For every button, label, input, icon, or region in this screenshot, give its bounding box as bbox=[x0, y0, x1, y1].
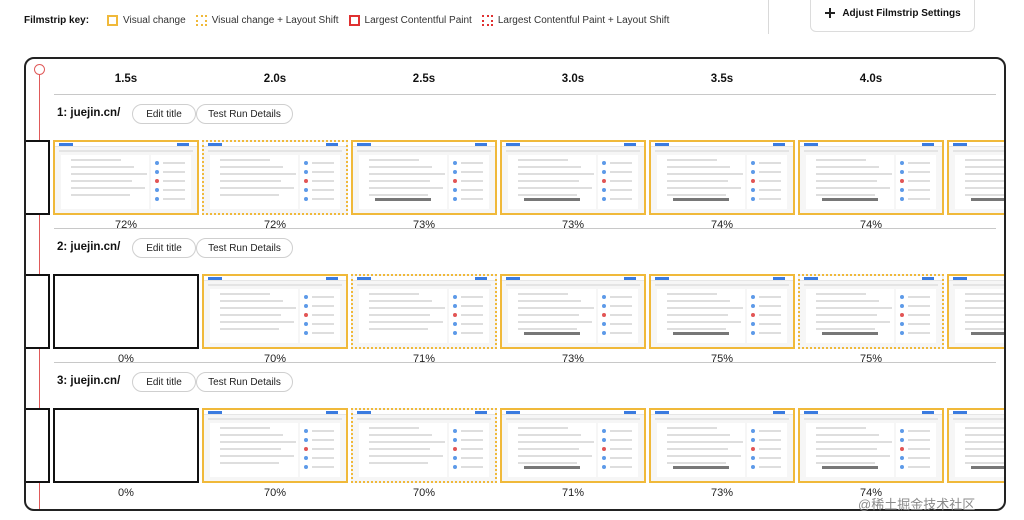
run-title: 2: juejin.cn/ bbox=[57, 241, 121, 253]
adjust-filmstrip-settings-button[interactable]: Adjust Filmstrip Settings bbox=[810, 0, 975, 32]
page-screenshot bbox=[502, 276, 644, 347]
page-screenshot bbox=[949, 276, 1004, 347]
test-run-details-button[interactable]: Test Run Details bbox=[196, 372, 293, 392]
filmstrip-frame[interactable] bbox=[351, 408, 497, 483]
edit-title-button[interactable]: Edit title bbox=[132, 372, 196, 392]
visual-progress-percent: 70% bbox=[412, 487, 436, 499]
filmstrip-frame[interactable] bbox=[53, 140, 199, 215]
visual-progress-percent: 71% bbox=[561, 487, 585, 499]
test-run-row: 3: juejin.cn/Edit title Test Run Details 0… bbox=[26, 363, 1004, 499]
key-item-label: Largest Contentful Paint bbox=[364, 14, 472, 26]
page-screenshot bbox=[353, 410, 495, 481]
key-item-lcp: Largest Contentful Paint bbox=[348, 14, 472, 26]
filmstrip-frame[interactable] bbox=[202, 140, 348, 215]
time-label: 2.5s bbox=[412, 73, 436, 85]
adjust-filmstrip-settings-label: Adjust Filmstrip Settings bbox=[842, 7, 961, 19]
time-label: 1.5s bbox=[114, 73, 138, 85]
page-screenshot bbox=[800, 410, 942, 481]
filmstrip-frame[interactable] bbox=[351, 140, 497, 215]
filmstrip-frame[interactable] bbox=[649, 274, 795, 349]
filmstrip-frame-next[interactable] bbox=[947, 274, 1004, 349]
time-label: 3.5s bbox=[710, 73, 734, 85]
test-run-row: 2: juejin.cn/Edit title Test Run Details 0… bbox=[26, 229, 1004, 365]
page-screenshot bbox=[651, 142, 793, 213]
edit-title-button[interactable]: Edit title bbox=[132, 238, 196, 258]
filmstrip-frame[interactable] bbox=[202, 408, 348, 483]
filmstrip-key-title: Filmstrip key: bbox=[24, 14, 90, 26]
filmstrip-frame[interactable] bbox=[798, 274, 944, 349]
visual-change-layout-shift-swatch-icon bbox=[195, 14, 207, 26]
filmstrip-key: Filmstrip key: Visual change Visual chan… bbox=[24, 12, 679, 28]
key-item-label: Visual change + Layout Shift bbox=[211, 14, 339, 26]
page-screenshot bbox=[353, 276, 495, 347]
filmstrip-frame[interactable] bbox=[798, 408, 944, 483]
filmstrip-frame[interactable] bbox=[351, 274, 497, 349]
filmstrip-panel: 1.5s 2.0s 2.5s 3.0s 3.5s 4.0s 1: juejin.… bbox=[24, 57, 1006, 511]
key-item-lcp-layout-shift: Largest Contentful Paint + Layout Shift bbox=[481, 14, 670, 26]
edit-title-button[interactable]: Edit title bbox=[132, 104, 196, 124]
key-item-label: Visual change bbox=[123, 14, 186, 26]
filmstrip-frame-previous[interactable] bbox=[26, 274, 50, 349]
filmstrip-frame-next[interactable] bbox=[947, 140, 1004, 215]
key-item-label: Largest Contentful Paint + Layout Shift bbox=[497, 14, 670, 26]
filmstrip-frame-previous[interactable] bbox=[26, 408, 50, 483]
time-label: 3.0s bbox=[561, 73, 585, 85]
test-run-row: 1: juejin.cn/Edit title Test Run Details 7… bbox=[26, 95, 1004, 231]
time-label: 2.0s bbox=[263, 73, 287, 85]
plus-icon bbox=[824, 7, 836, 19]
filmstrip-frame[interactable] bbox=[53, 408, 199, 483]
time-label: 4.0s bbox=[859, 73, 883, 85]
page-screenshot bbox=[353, 142, 495, 213]
page-screenshot bbox=[55, 142, 197, 213]
key-item-visual-change-layout-shift: Visual change + Layout Shift bbox=[195, 14, 339, 26]
header-divider bbox=[768, 0, 769, 34]
filmstrip-frame[interactable] bbox=[798, 140, 944, 215]
page-screenshot bbox=[949, 410, 1004, 481]
visual-progress-percent: 70% bbox=[263, 487, 287, 499]
filmstrip-frame[interactable] bbox=[500, 274, 646, 349]
filmstrip-frame[interactable] bbox=[53, 274, 199, 349]
visual-progress-percent: 73% bbox=[710, 487, 734, 499]
filmstrip-frame[interactable] bbox=[649, 408, 795, 483]
run-title: 3: juejin.cn/ bbox=[57, 375, 121, 387]
page-screenshot bbox=[204, 410, 346, 481]
key-item-visual-change: Visual change bbox=[107, 14, 186, 26]
page-screenshot bbox=[502, 410, 644, 481]
visual-progress-percent: 0% bbox=[118, 487, 134, 499]
test-run-details-button[interactable]: Test Run Details bbox=[196, 238, 293, 258]
page-screenshot bbox=[204, 142, 346, 213]
page-screenshot bbox=[502, 142, 644, 213]
watermark: @稀土掘金技术社区 bbox=[858, 497, 976, 512]
filmstrip-frame[interactable] bbox=[500, 140, 646, 215]
page-screenshot bbox=[651, 410, 793, 481]
visual-change-swatch-icon bbox=[107, 14, 119, 26]
lcp-swatch-icon bbox=[348, 14, 360, 26]
filmstrip-frame-next[interactable] bbox=[947, 408, 1004, 483]
page-screenshot bbox=[949, 142, 1004, 213]
page-screenshot bbox=[651, 276, 793, 347]
run-title: 1: juejin.cn/ bbox=[57, 107, 121, 119]
filmstrip-frame-previous[interactable] bbox=[26, 140, 50, 215]
page-screenshot bbox=[204, 276, 346, 347]
time-header: 1.5s 2.0s 2.5s 3.0s 3.5s 4.0s bbox=[26, 59, 1004, 95]
test-run-details-button[interactable]: Test Run Details bbox=[196, 104, 293, 124]
lcp-layout-shift-swatch-icon bbox=[481, 14, 493, 26]
filmstrip-frame[interactable] bbox=[500, 408, 646, 483]
filmstrip-frame[interactable] bbox=[202, 274, 348, 349]
page-screenshot bbox=[800, 276, 942, 347]
filmstrip-frame[interactable] bbox=[649, 140, 795, 215]
page-screenshot bbox=[800, 142, 942, 213]
